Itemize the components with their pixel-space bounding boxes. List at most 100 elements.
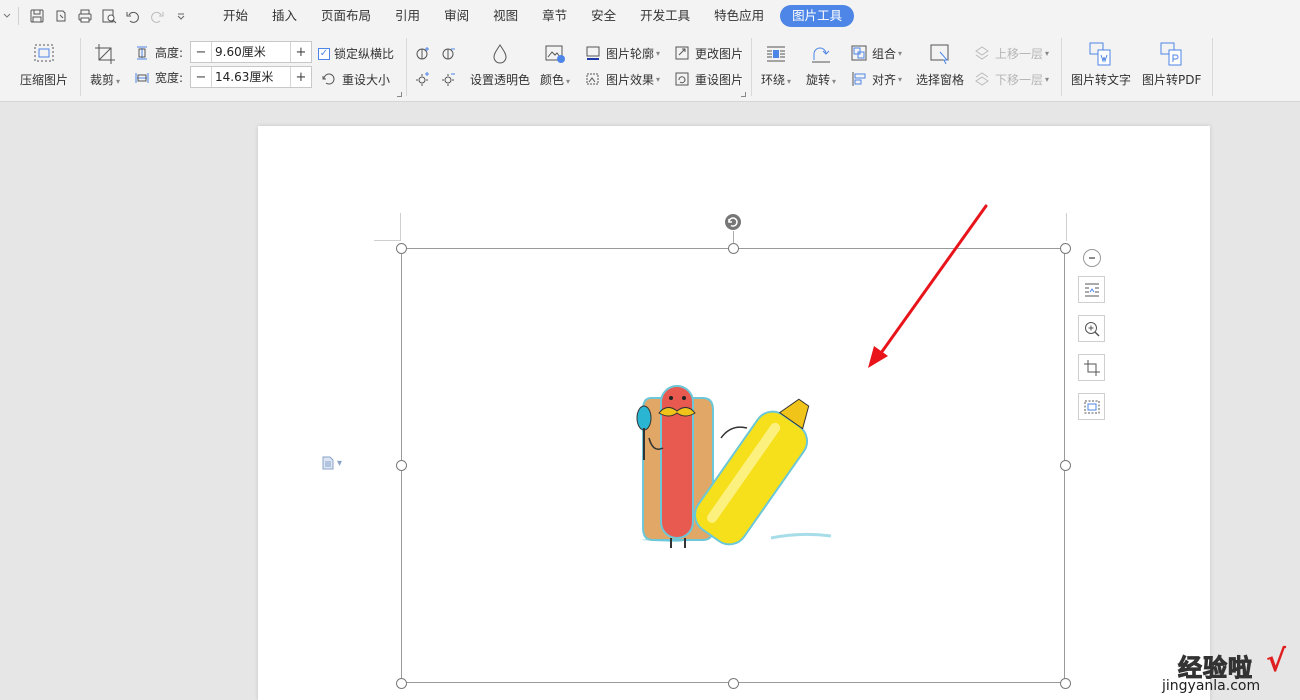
picture-to-pdf-button[interactable]: 图片转PDF [1142, 40, 1201, 88]
tab-start[interactable]: 开始 [211, 5, 260, 27]
tab-picture-tools[interactable]: 图片工具 [780, 5, 855, 27]
height-stepper[interactable]: − 9.60厘米 + [190, 41, 312, 63]
color-button[interactable]: 颜色 ▾ [540, 40, 570, 88]
dialog-launcher-icon[interactable] [741, 92, 746, 97]
selection-pane-icon [926, 40, 954, 68]
wrap-text-button[interactable]: 环绕 ▾ [761, 40, 791, 88]
set-transparent-color-button[interactable]: 设置透明色 [470, 40, 530, 88]
reset-picture-button[interactable]: 重设图片 [673, 70, 743, 88]
change-picture-button[interactable]: 更改图片 [673, 44, 743, 62]
send-backward-icon [973, 70, 991, 88]
chevron-icon[interactable] [2, 4, 12, 28]
increase-brightness-button[interactable] [414, 70, 436, 88]
group-icon [850, 44, 868, 62]
tab-insert[interactable]: 插入 [260, 5, 309, 27]
rotate-icon [807, 40, 835, 68]
tab-view[interactable]: 视图 [481, 5, 530, 27]
tab-page-layout[interactable]: 页面布局 [309, 5, 383, 27]
chevron-down-icon: ▾ [116, 77, 121, 86]
width-increase-button[interactable]: + [291, 67, 311, 87]
divider [751, 38, 752, 96]
reset-size-button[interactable]: 重设大小 [320, 70, 390, 88]
resize-handle-top-right[interactable] [1060, 243, 1071, 254]
tab-special-apps[interactable]: 特色应用 [702, 5, 776, 27]
rotate-handle-icon[interactable] [724, 213, 742, 231]
chevron-down-icon: ▾ [566, 77, 571, 86]
crop-button[interactable]: 裁剪 ▾ [90, 40, 120, 88]
reset-size-icon [320, 70, 338, 88]
resize-handle-bottom-right[interactable] [1060, 678, 1071, 689]
resize-handle-bottom[interactable] [728, 678, 739, 689]
picture-to-text-button[interactable]: 图片转文字 [1071, 40, 1131, 88]
chevron-down-icon: ▾ [898, 74, 903, 84]
tab-references[interactable]: 引用 [383, 5, 432, 27]
reset-picture-icon [673, 70, 691, 88]
tab-security[interactable]: 安全 [579, 5, 628, 27]
image-extract-icon [1084, 400, 1099, 413]
chevron-down-icon: ▾ [656, 48, 661, 58]
output-icon[interactable] [49, 4, 73, 28]
width-decrease-button[interactable]: − [191, 67, 211, 87]
lock-aspect-ratio-checkbox[interactable]: ✓ 锁定纵横比 [318, 45, 394, 62]
divider [406, 38, 407, 96]
group-button[interactable]: 组合 ▾ [850, 44, 902, 62]
chevron-down-icon: ▾ [656, 74, 661, 84]
print-preview-icon[interactable] [97, 4, 121, 28]
increase-contrast-button[interactable] [414, 44, 436, 62]
height-decrease-button[interactable]: − [191, 42, 211, 62]
picture-outline-button[interactable]: 图片轮廓 ▾ [584, 44, 660, 62]
undo-icon[interactable] [121, 4, 145, 28]
ribbon-tabs: 开始 插入 页面布局 引用 审阅 视图 章节 安全 开发工具 特色应用 图片工具 [211, 0, 855, 32]
decrease-brightness-button[interactable] [440, 70, 462, 88]
layout-options-button[interactable] [1078, 276, 1105, 303]
rotate-button[interactable]: 旋转 ▾ [806, 40, 836, 88]
checkbox-checked-icon: ✓ [318, 47, 330, 60]
paragraph-marker-icon[interactable]: ▾ [322, 456, 342, 470]
chevron-down-icon: ▾ [787, 77, 792, 86]
height-increase-button[interactable]: + [291, 42, 311, 62]
width-icon [135, 72, 149, 83]
wrap-text-icon [762, 40, 790, 68]
contrast-minus-icon [440, 44, 458, 62]
save-icon[interactable] [25, 4, 49, 28]
align-icon [850, 70, 868, 88]
chevron-down-icon: ▾ [1045, 48, 1050, 58]
picture-color-icon [541, 40, 569, 68]
align-button[interactable]: 对齐 ▾ [850, 70, 902, 88]
tab-developer[interactable]: 开发工具 [628, 5, 702, 27]
rotate-connector [733, 231, 734, 243]
bring-forward-button[interactable]: 上移一层 ▾ [973, 44, 1049, 62]
resize-handle-left[interactable] [396, 460, 407, 471]
crop-icon [91, 40, 119, 68]
annotation-arrow [868, 204, 988, 368]
quick-access-toolbar [0, 0, 193, 32]
resize-handle-top[interactable] [728, 243, 739, 254]
resize-handle-right[interactable] [1060, 460, 1071, 471]
resize-handle-top-left[interactable] [396, 243, 407, 254]
height-field[interactable]: 9.60厘米 [211, 42, 291, 62]
chevron-down-icon: ▾ [832, 77, 837, 86]
quick-crop-button[interactable] [1078, 354, 1105, 381]
tab-review[interactable]: 审阅 [432, 5, 481, 27]
margin-mark [1066, 213, 1067, 241]
site-watermark: 经验啦 √ jingyanla.com [1162, 644, 1287, 694]
compress-picture-button[interactable]: 压缩图片 [20, 40, 68, 88]
picture-extract-button[interactable] [1078, 393, 1105, 420]
picture-effects-button[interactable]: 图片效果 ▾ [584, 70, 660, 88]
margin-mark [400, 213, 401, 241]
selection-pane-button[interactable]: 选择窗格 [916, 40, 964, 88]
decrease-contrast-button[interactable] [440, 44, 462, 62]
zoom-picture-button[interactable] [1078, 315, 1105, 342]
width-label: 宽度: [134, 69, 183, 86]
print-icon[interactable] [73, 4, 97, 28]
dialog-launcher-icon[interactable] [397, 92, 402, 97]
tab-sections[interactable]: 章节 [530, 5, 579, 27]
customize-dropdown-icon[interactable] [169, 4, 193, 28]
zoom-in-icon [1084, 321, 1100, 337]
resize-handle-bottom-left[interactable] [396, 678, 407, 689]
collapse-toolbar-icon[interactable] [1083, 249, 1101, 267]
redo-icon[interactable] [145, 4, 169, 28]
width-stepper[interactable]: − 14.63厘米 + [190, 66, 312, 88]
width-field[interactable]: 14.63厘米 [211, 67, 291, 87]
send-backward-button[interactable]: 下移一层 ▾ [973, 70, 1049, 88]
